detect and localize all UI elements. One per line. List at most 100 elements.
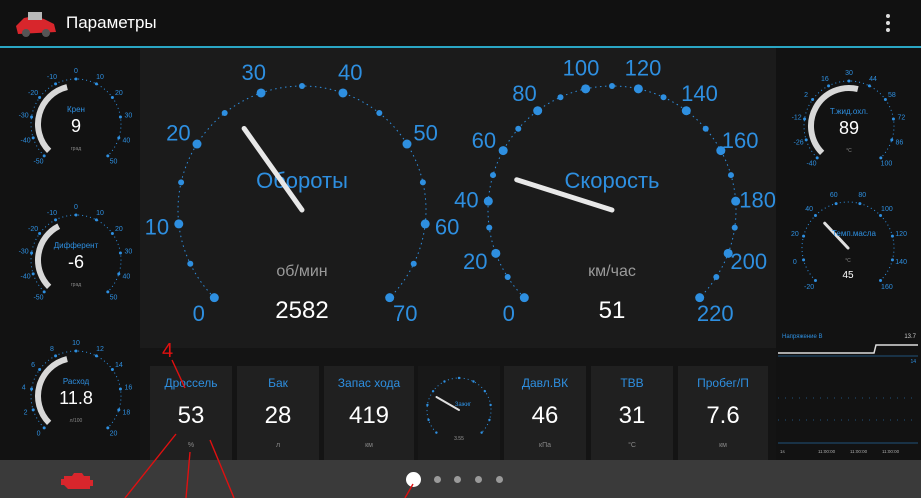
gauge-tick-dot: [178, 179, 185, 186]
gauge-tick-dot: [486, 224, 493, 231]
gauge-unit: км/час: [588, 263, 636, 280]
gauge-tick-dot: [110, 232, 114, 236]
right-gauges-column: -40 -26 -12 2 16 30 44 58 72 86 100 Т.жид.охл. 89 °C …: [776, 48, 921, 460]
tile-ignition-gauge[interactable]: Зажиг 3.55: [418, 366, 500, 460]
gauge-tick-dot: [419, 179, 426, 186]
gauge-tick-dot: [504, 274, 511, 281]
gauge-roll[interactable]: -50 -40 -30 -20 -10 0 10 20 30 40 50 Крен 9 град: [19, 68, 133, 165]
tile-unit: %: [187, 442, 195, 449]
page-dot-1[interactable]: [406, 472, 421, 487]
gauge-tick-dot: [815, 156, 819, 160]
gauge-tick-label: -50: [33, 158, 43, 165]
gauge-tick-label: -10: [47, 74, 57, 81]
rpm-gauge[interactable]: 0 10 20 30 40 50 60 70 Обороты об/мин 2582: [145, 60, 460, 326]
gauge-tick-label: -30: [19, 249, 29, 256]
gauge-tick-label: 40: [338, 60, 362, 85]
tile-fuel-tank[interactable]: Бак 28 л: [237, 366, 319, 460]
tile-value: 28: [264, 402, 292, 429]
gauge-tick-dot: [727, 172, 734, 179]
tile-label: Бак: [268, 376, 288, 390]
tile-label: Дроссель: [164, 376, 218, 390]
tile-intake-temp[interactable]: ТВВ 31 °C: [591, 366, 673, 460]
gauge-tick-dot: [519, 293, 529, 303]
gauge-tick-label: 100: [881, 160, 893, 167]
voltage-label: Напряжение В: [782, 334, 822, 340]
tile-map-pressure[interactable]: Давл.ВК 46 кПа: [504, 366, 586, 460]
voltage-chart[interactable]: Напряжение В 13.7 14 1s 11:00:00 11:00:0…: [778, 334, 918, 454]
gauge-tick-dot: [110, 368, 114, 372]
gauge-trim[interactable]: -50 -40 -30 -20 -10 0 10 20 30 40 50 Дифферент -6 гра…: [19, 204, 133, 301]
gauge-tick-dot: [472, 380, 475, 383]
page-dot-2[interactable]: [434, 476, 441, 483]
tile-unit: кПа: [539, 442, 551, 449]
voltage-x-label-3: 11:00:00: [850, 449, 868, 454]
page-dot-5[interactable]: [496, 476, 503, 483]
gauge-value: 51: [599, 297, 626, 324]
gauge-tick-dot: [660, 94, 667, 101]
tile-range[interactable]: Запас хода 419 км: [324, 366, 414, 460]
gauge-label: Крен: [67, 105, 85, 114]
gauge-tick-dot: [106, 154, 110, 158]
gauge-oil-temp[interactable]: -20 0 20 40 60 80 100 120 140 160 Темп.масла °C 45: [791, 192, 907, 291]
voltage-x-label-2: 11:00:00: [818, 449, 836, 454]
dashboard: -50 -40 -30 -20 -10 0 10 20 30 40 50 Крен 9 град -50 -…: [0, 48, 921, 460]
gauge-label: Расход: [63, 377, 90, 386]
speed-gauge[interactable]: 0 20 40 60 80 100 120 140160 180 200 220 Скорость км…: [454, 55, 776, 326]
gauge-tick-dot: [106, 426, 110, 430]
engine-check-icon[interactable]: [58, 470, 96, 492]
app-bar: Параметры: [0, 0, 921, 48]
gauge-tick-label: -20: [804, 284, 814, 291]
gauge-tick-dot: [811, 98, 815, 102]
gauge-tick-dot: [731, 224, 738, 231]
gauge-tick-dot: [94, 218, 98, 222]
gauge-tick-label: 14: [115, 362, 123, 369]
tile-trip-distance[interactable]: Пробег/П 7.6 км: [678, 366, 768, 460]
gauge-value-arc: [35, 223, 61, 289]
gauge-fuel-consumption[interactable]: 0 2 4 6 8 10 12 14 16 18 20 Расход 11.8 л/100: [22, 340, 133, 437]
gauge-tick-dot: [74, 213, 78, 217]
page-dot-3[interactable]: [454, 476, 461, 483]
gauge-tick-dot: [426, 403, 429, 407]
overflow-menu-icon[interactable]: [885, 12, 891, 36]
gauge-label: Дифферент: [54, 241, 99, 250]
gauge-tick-dot: [117, 136, 121, 140]
gauge-tick-label: 60: [435, 214, 459, 239]
gauge-value: 2582: [275, 297, 328, 324]
gauge-tick-dot: [802, 258, 806, 262]
gauge-tick-dot: [31, 136, 35, 140]
gauge-tick-label: 50: [110, 294, 118, 301]
gauge-tick-dot: [491, 248, 501, 258]
gauge-tick-label: 18: [123, 409, 131, 416]
gauge-tick-dot: [847, 79, 851, 83]
gauge-tick-dot: [858, 202, 862, 206]
tile-unit: км: [719, 442, 727, 449]
gauge-tick-dot: [633, 84, 643, 94]
gauge-tick-dot: [488, 418, 491, 422]
gauge-tick-label: 2: [24, 409, 28, 416]
main-gauges-panel: 0 10 20 30 40 50 60 70 Обороты об/мин 2582 0 20 40 60…: [140, 48, 776, 348]
voltage-x-label-1: 1s: [780, 449, 786, 454]
gauge-label: Темп.масла: [832, 229, 877, 238]
gauge-tick-dot: [38, 368, 42, 372]
page-dot-4[interactable]: [475, 476, 482, 483]
tile-value: 31: [618, 402, 646, 429]
tile-unit: л: [275, 442, 281, 449]
gauge-tick-dot: [867, 84, 871, 88]
gauge-tick-label: 30: [845, 70, 853, 77]
gauge-tick-label: 10: [72, 340, 80, 347]
gauge-value: 89: [839, 118, 859, 138]
gauge-tick-label: 16: [124, 385, 132, 392]
gauge-tick-dot: [802, 234, 806, 238]
gauge-tick-dot: [557, 94, 564, 101]
gauge-tick-label: -26: [794, 139, 804, 146]
gauge-tick-dot: [713, 274, 720, 281]
tile-throttle[interactable]: Дроссель 53 %: [150, 366, 232, 460]
gauge-tick-dot: [74, 349, 78, 353]
gauge-tick-dot: [879, 213, 883, 217]
gauge-coolant-temp[interactable]: -40 -26 -12 2 16 30 44 58 72 86 100 Т.жид.охл. 89 °C: [792, 70, 906, 167]
gauge-tick-label: 0: [74, 204, 78, 211]
gauge-label: Обороты: [256, 168, 348, 193]
gauge-label: Скорость: [564, 168, 659, 193]
gauge-tick-label: 60: [830, 192, 838, 199]
gauge-tick-label: 30: [124, 113, 132, 120]
